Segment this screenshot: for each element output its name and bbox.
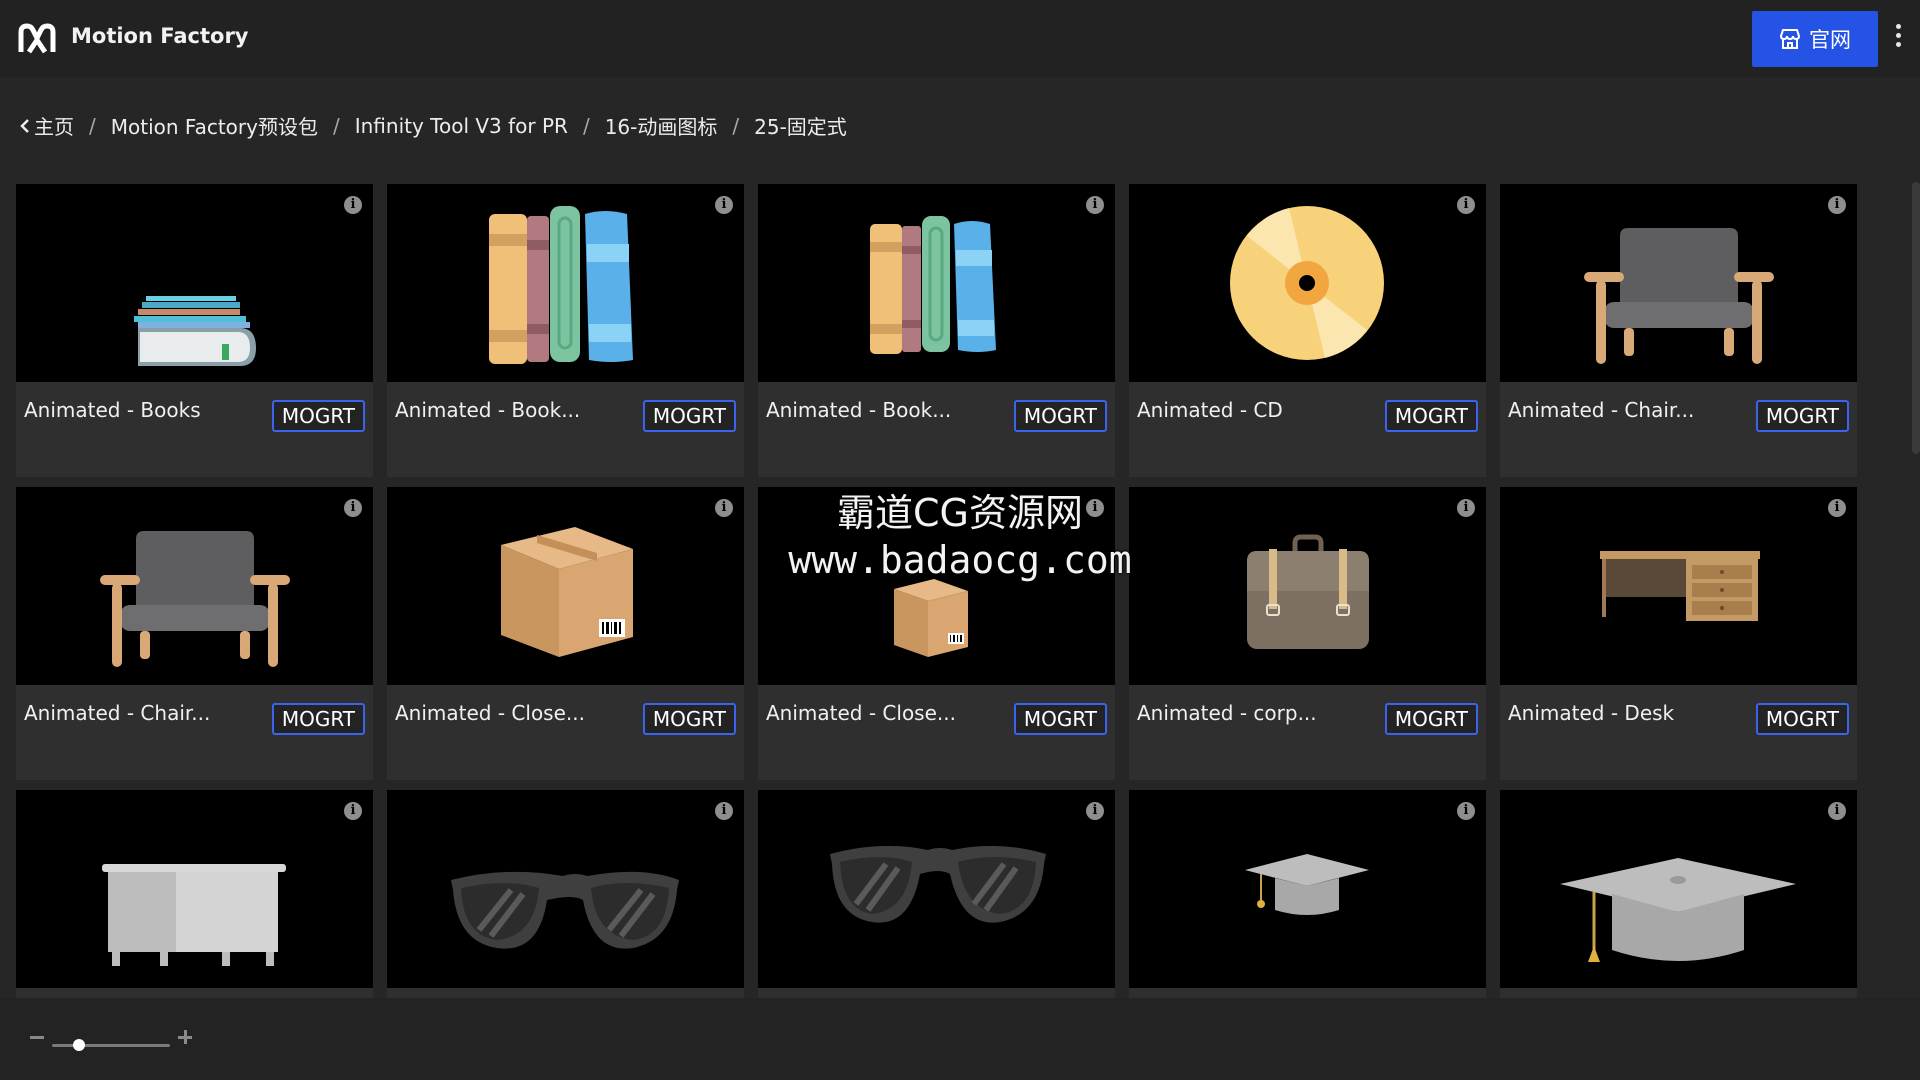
- asset-card[interactable]: i Animated - Close... MOGRT: [387, 487, 744, 780]
- asset-thumbnail[interactable]: i: [16, 184, 373, 382]
- asset-card[interactable]: i Animated - Book... MOGRT: [387, 184, 744, 477]
- breadcrumb-item[interactable]: Motion Factory预设包: [111, 111, 318, 140]
- books-upright-icon: [870, 216, 996, 354]
- mogrt-badge[interactable]: MOGRT: [271, 703, 365, 735]
- asset-thumbnail[interactable]: i: [1500, 184, 1857, 382]
- breadcrumb-item[interactable]: Infinity Tool V3 for PR: [355, 114, 568, 138]
- info-icon[interactable]: i: [1828, 499, 1846, 517]
- breadcrumb-separator: /: [332, 113, 340, 138]
- info-icon[interactable]: i: [1457, 196, 1475, 214]
- info-icon[interactable]: i: [344, 196, 362, 214]
- vertical-scrollbar[interactable]: [1912, 182, 1920, 454]
- mogrt-badge[interactable]: MOGRT: [1384, 703, 1478, 735]
- mogrt-badge[interactable]: MOGRT: [1384, 400, 1478, 432]
- breadcrumb: 主页 / Motion Factory预设包 / Infinity Tool V…: [20, 111, 847, 140]
- info-icon[interactable]: i: [715, 499, 733, 517]
- asset-thumbnail[interactable]: i: [1129, 790, 1486, 988]
- breadcrumb-home[interactable]: 主页: [20, 111, 74, 140]
- asset-title: Animated - Book...: [766, 398, 952, 422]
- info-icon[interactable]: i: [1828, 196, 1846, 214]
- asset-thumbnail[interactable]: i: [1129, 487, 1486, 685]
- mogrt-badge[interactable]: MOGRT: [642, 703, 736, 735]
- info-icon[interactable]: i: [715, 196, 733, 214]
- asset-thumbnail[interactable]: i: [758, 790, 1115, 988]
- motion-factory-logo-icon[interactable]: [17, 22, 57, 56]
- table-icon: [102, 864, 286, 966]
- chevron-left-icon: [20, 118, 29, 133]
- more-options-icon[interactable]: [1890, 24, 1906, 54]
- asset-title: Animated - Book...: [395, 398, 581, 422]
- books-stack-icon: [134, 296, 256, 366]
- mogrt-badge[interactable]: MOGRT: [1755, 400, 1849, 432]
- zoom-slider[interactable]: [52, 1044, 170, 1047]
- app-title: Motion Factory: [71, 24, 249, 48]
- breadcrumb-current[interactable]: 25-固定式: [754, 111, 847, 140]
- books-upright-large-icon: [489, 206, 633, 364]
- zoom-out-icon[interactable]: [30, 1036, 44, 1039]
- grad-cap-small-icon: [1245, 854, 1369, 915]
- asset-card[interactable]: i Animated - Chair... MOGRT: [1500, 184, 1857, 477]
- asset-card[interactable]: i Animated - Books MOGRT: [16, 184, 373, 477]
- official-site-label: 官网: [1809, 28, 1851, 52]
- zoom-slider-handle[interactable]: [73, 1039, 85, 1051]
- asset-title: Animated - Desk: [1508, 701, 1675, 725]
- info-icon[interactable]: i: [344, 802, 362, 820]
- breadcrumb-separator: /: [89, 113, 96, 138]
- asset-card[interactable]: i Animated - CD MOGRT: [1129, 184, 1486, 477]
- chair-icon: [100, 531, 290, 667]
- official-site-button[interactable]: 官网: [1752, 11, 1878, 67]
- asset-title: Animated - Books: [24, 398, 201, 422]
- bottom-bar: [0, 998, 1920, 1080]
- box-small-icon: [894, 579, 968, 657]
- mogrt-badge[interactable]: MOGRT: [1013, 703, 1107, 735]
- asset-title: Animated - corp...: [1137, 701, 1317, 725]
- breadcrumb-separator: /: [732, 113, 740, 138]
- info-icon[interactable]: i: [1828, 802, 1846, 820]
- asset-card[interactable]: i Animated - Desk MOGRT: [1500, 487, 1857, 780]
- mogrt-badge[interactable]: MOGRT: [1755, 703, 1849, 735]
- asset-thumbnail[interactable]: i: [758, 184, 1115, 382]
- chair-icon: [1584, 228, 1774, 364]
- mogrt-badge[interactable]: MOGRT: [271, 400, 365, 432]
- store-icon: [1779, 29, 1801, 49]
- briefcase-icon: [1247, 534, 1369, 649]
- cd-icon: [1230, 206, 1384, 360]
- grad-cap-large-icon: [1560, 858, 1796, 962]
- desk-icon: [1600, 551, 1760, 621]
- asset-card[interactable]: i Animated - Book... MOGRT: [758, 184, 1115, 477]
- info-icon[interactable]: i: [1457, 802, 1475, 820]
- asset-thumbnail[interactable]: i: [1500, 487, 1857, 685]
- asset-thumbnail[interactable]: i: [387, 487, 744, 685]
- asset-thumbnail[interactable]: i: [758, 487, 1115, 685]
- asset-thumbnail[interactable]: i: [387, 790, 744, 988]
- info-icon[interactable]: i: [715, 802, 733, 820]
- sunglasses-icon: [830, 845, 1046, 923]
- asset-thumbnail[interactable]: i: [1129, 184, 1486, 382]
- asset-title: Animated - CD: [1137, 398, 1283, 422]
- info-icon[interactable]: i: [1086, 802, 1104, 820]
- asset-title: Animated - Close...: [395, 701, 585, 725]
- top-bar: Motion Factory 官网: [0, 0, 1920, 77]
- asset-title: Animated - Chair...: [1508, 398, 1695, 422]
- asset-card[interactable]: i Animated - Chair... MOGRT: [16, 487, 373, 780]
- info-icon[interactable]: i: [344, 499, 362, 517]
- asset-thumbnail[interactable]: i: [16, 487, 373, 685]
- asset-card[interactable]: i Animated - corp... MOGRT: [1129, 487, 1486, 780]
- sunglasses-icon: [451, 871, 679, 949]
- breadcrumb-separator: /: [582, 113, 590, 138]
- mogrt-badge[interactable]: MOGRT: [1013, 400, 1107, 432]
- asset-thumbnail[interactable]: i: [16, 790, 373, 988]
- zoom-in-icon[interactable]: [178, 1030, 192, 1044]
- mogrt-badge[interactable]: MOGRT: [642, 400, 736, 432]
- box-large-icon: [501, 527, 633, 657]
- asset-title: Animated - Chair...: [24, 701, 211, 725]
- asset-thumbnail[interactable]: i: [1500, 790, 1857, 988]
- asset-title: Animated - Close...: [766, 701, 956, 725]
- breadcrumb-item[interactable]: 16-动画图标: [605, 111, 718, 140]
- info-icon[interactable]: i: [1457, 499, 1475, 517]
- asset-card[interactable]: i Animated - Close... MOGRT: [758, 487, 1115, 780]
- asset-thumbnail[interactable]: i: [387, 184, 744, 382]
- info-icon[interactable]: i: [1086, 196, 1104, 214]
- info-icon[interactable]: i: [1086, 499, 1104, 517]
